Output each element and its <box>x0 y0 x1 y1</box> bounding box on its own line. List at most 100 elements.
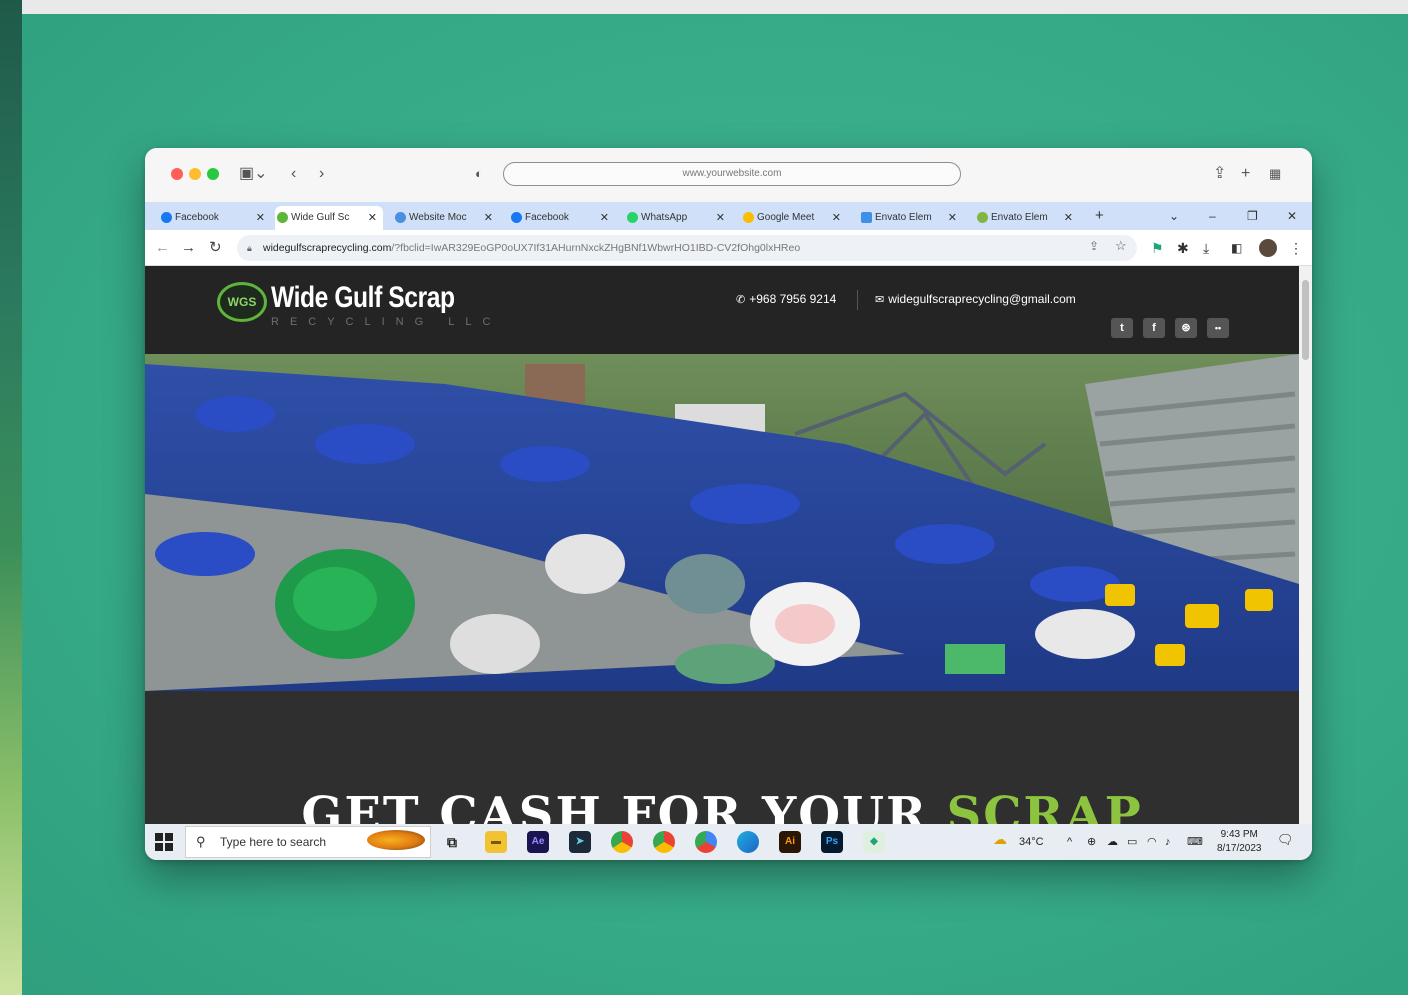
shield-icon[interactable]: ◐ <box>475 162 483 186</box>
clock-date: 8/17/2023 <box>1217 843 1262 854</box>
tab-envato-elements[interactable]: Envato Elem ✕ <box>859 206 963 230</box>
tab-google-meet[interactable]: Google Meet ✕ <box>741 206 847 230</box>
tab-whatsapp[interactable]: WhatsApp ✕ <box>625 206 731 230</box>
twitter-icon[interactable]: t <box>1111 318 1133 338</box>
email-address: widegulfscraprecycling@gmail.com <box>888 292 1076 306</box>
lock-icon: 🔒︎ <box>247 243 252 253</box>
edge-icon[interactable] <box>737 831 759 853</box>
google-meet-icon <box>743 212 754 223</box>
headline-accent: SCRAP <box>946 787 1143 824</box>
close-button[interactable]: ✕ <box>1287 206 1297 226</box>
divider <box>857 290 858 310</box>
menu-icon[interactable]: ⋮ <box>1289 238 1303 258</box>
close-window-button[interactable] <box>171 168 183 180</box>
back-arrow-icon[interactable]: ← <box>155 238 170 258</box>
envato-icon <box>861 212 872 223</box>
puzzle-icon[interactable]: ✱ <box>1177 238 1189 258</box>
tab-envato-elements-2[interactable]: Envato Elem ✕ <box>975 206 1079 230</box>
back-arrow-icon[interactable]: ‹ <box>291 162 296 186</box>
close-icon[interactable]: ✕ <box>716 206 725 230</box>
tab-strip: Facebook ✕ Wide Gulf Sc ✕ Website Moc ✕ … <box>145 202 1312 230</box>
tab-label: Wide Gulf Sc <box>291 212 350 223</box>
site-header: WGS Wide Gulf Scrap RECYCLING LLC ✆ +968 … <box>145 266 1299 354</box>
tab-facebook-2[interactable]: Facebook ✕ <box>509 206 615 230</box>
new-tab-button[interactable]: + <box>1095 206 1104 226</box>
logo-badge[interactable]: WGS <box>217 282 267 322</box>
close-icon[interactable]: ✕ <box>1064 206 1073 230</box>
reload-icon[interactable]: ↻ <box>209 238 222 258</box>
close-icon[interactable]: ✕ <box>600 206 609 230</box>
chrome-profile-2-icon[interactable] <box>695 831 717 853</box>
weather-icon[interactable]: ☁ <box>993 831 1007 847</box>
photoshop-icon[interactable]: Ps <box>821 831 843 853</box>
keyboard-icon[interactable]: ⌨ <box>1187 834 1203 850</box>
facebook-icon <box>511 212 522 223</box>
clock[interactable]: 9:43 PM 8/17/2023 <box>1217 828 1262 856</box>
file-explorer-icon[interactable]: ▬ <box>485 831 507 853</box>
after-effects-icon[interactable]: Ae <box>527 831 549 853</box>
close-icon[interactable]: ✕ <box>256 206 265 230</box>
flickr-icon[interactable]: •• <box>1207 318 1229 338</box>
close-icon[interactable]: ✕ <box>368 206 377 230</box>
forward-arrow-icon[interactable]: → <box>181 238 196 258</box>
close-icon[interactable]: ✕ <box>832 206 841 230</box>
share-icon[interactable]: ⇪ <box>1213 162 1226 186</box>
tab-facebook[interactable]: Facebook ✕ <box>159 206 271 230</box>
windows-start-icon[interactable] <box>155 833 173 851</box>
notifications-icon[interactable]: 🗨︎ <box>1277 832 1294 848</box>
close-icon[interactable]: ✕ <box>948 206 957 230</box>
download-icon[interactable]: ⤓ <box>1203 238 1209 258</box>
bookmark-star-icon[interactable]: ☆ <box>1115 236 1127 256</box>
wifi-icon[interactable]: ◠ <box>1147 834 1157 850</box>
new-tab-icon[interactable]: + <box>1241 162 1250 186</box>
url-path: /?fbclid=IwAR329EoGP0oUX7If31AHurnNxckZH… <box>391 242 801 254</box>
sidebar-toggle-icon[interactable]: ▣⌄ <box>239 162 268 186</box>
search-highlight-graphic <box>367 830 425 850</box>
dribbble-icon[interactable]: ⊛ <box>1175 318 1197 338</box>
forward-arrow-icon[interactable]: › <box>319 162 324 186</box>
minimize-window-button[interactable] <box>189 168 201 180</box>
facebook-icon[interactable]: f <box>1143 318 1165 338</box>
tab-overview-icon[interactable]: ▦ <box>1269 162 1281 186</box>
envato-leaf-icon <box>977 212 988 223</box>
weather-temperature[interactable]: 34°C <box>1019 834 1044 850</box>
logo-subtitle: RECYCLING LLC <box>271 316 502 328</box>
volume-icon[interactable]: ♪ <box>1165 834 1171 850</box>
clock-time: 9:43 PM <box>1220 829 1258 840</box>
chrome-profile-icon[interactable] <box>653 831 675 853</box>
battery-icon[interactable]: ▭ <box>1127 834 1137 850</box>
extension-icon[interactable]: ⚑ <box>1151 238 1164 258</box>
app-arrow-icon[interactable]: ➤ <box>569 831 591 853</box>
contact-email[interactable]: ✉ widegulfscraprecycling@gmail.com <box>875 291 1076 308</box>
url-host: widegulfscraprecycling.com <box>263 242 392 254</box>
task-view-icon[interactable]: ⧉ <box>441 831 463 853</box>
chrome-icon[interactable] <box>611 831 633 853</box>
tray-overflow-icon[interactable]: ^ <box>1067 834 1072 850</box>
windows-taskbar: ⚲ Type here to search ⧉ ▬ Ae ➤ Ai Ps ◆ ☁… <box>145 824 1312 860</box>
cloud-icon[interactable]: ☁ <box>1107 834 1118 850</box>
avatar[interactable] <box>1259 239 1277 257</box>
close-icon[interactable]: ✕ <box>484 206 493 230</box>
scrollbar-thumb[interactable] <box>1302 280 1309 360</box>
minimize-button[interactable]: – <box>1209 206 1216 226</box>
page-scrollbar[interactable] <box>1299 266 1312 824</box>
tab-wide-gulf-scrap[interactable]: Wide Gulf Sc ✕ <box>275 206 383 230</box>
side-panel-icon[interactable]: ◧ <box>1231 238 1242 258</box>
hero-headline: GET CASH FOR YOUR SCRAP <box>145 787 1299 824</box>
contact-phone[interactable]: ✆ +968 7956 9214 <box>736 291 836 308</box>
address-bar[interactable]: 🔒︎ widegulfscraprecycling.com/?fbclid=Iw… <box>237 235 1137 261</box>
left-background-strip <box>0 0 22 995</box>
whatsapp-icon <box>627 212 638 223</box>
tab-search-icon[interactable]: ⌄ <box>1169 206 1179 226</box>
phone-number: +968 7956 9214 <box>749 292 837 306</box>
share-icon[interactable]: ⇪ <box>1089 236 1099 256</box>
zoom-window-button[interactable] <box>207 168 219 180</box>
restore-button[interactable]: ❐ <box>1247 206 1258 226</box>
search-placeholder: Type here to search <box>220 835 327 849</box>
tab-website-mockup[interactable]: Website Moc ✕ <box>393 206 499 230</box>
logo-title[interactable]: Wide Gulf Scrap <box>271 281 455 315</box>
tray-meet-icon[interactable]: ⊕ <box>1087 834 1096 850</box>
illustrator-icon[interactable]: Ai <box>779 831 801 853</box>
active-app-icon[interactable]: ◆ <box>863 831 885 853</box>
mac-url-field[interactable]: www.yourwebsite.com <box>503 162 961 186</box>
